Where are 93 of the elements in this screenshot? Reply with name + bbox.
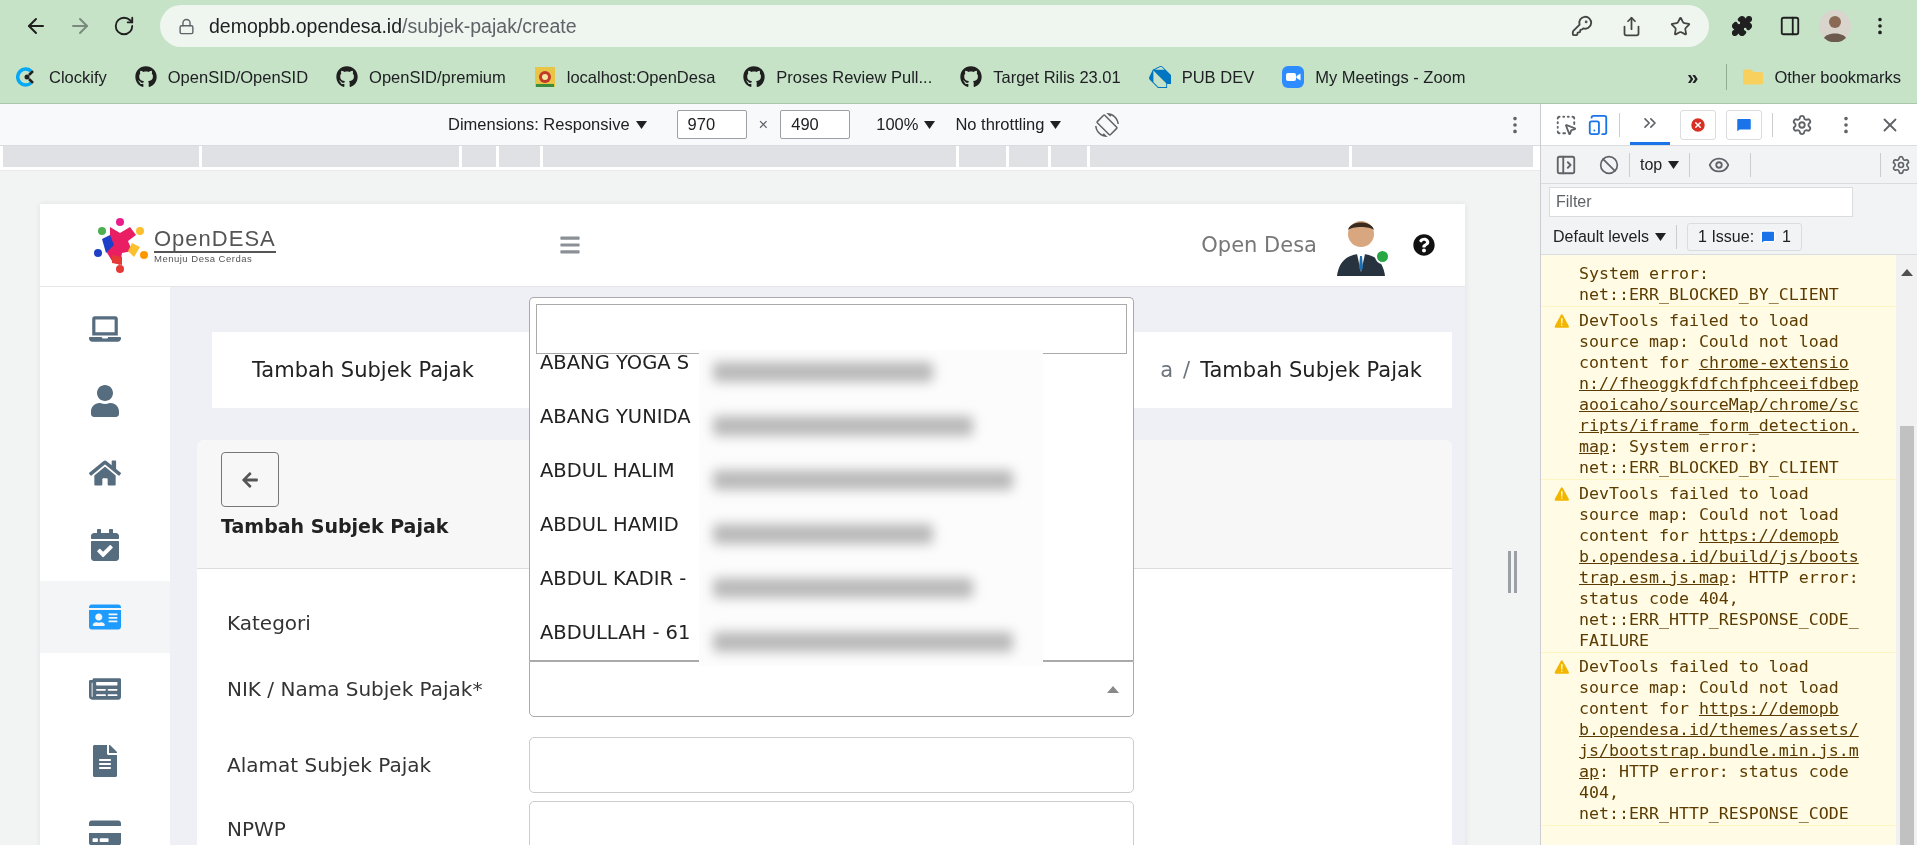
text-field[interactable] [529, 801, 1134, 845]
settings-icon[interactable] [1891, 154, 1911, 175]
calendar-icon [89, 529, 121, 561]
laptop-icon [89, 313, 121, 345]
console-message: System error: net::ERR_BLOCKED_BY_CLIENT [1579, 263, 1840, 305]
online-dot [1375, 249, 1390, 264]
bookmark[interactable]: Clockify [16, 66, 107, 88]
warning-icon [1553, 658, 1571, 676]
caret-down-icon [1668, 160, 1680, 169]
extensions-icon[interactable] [1731, 15, 1753, 37]
user-icon [89, 385, 121, 417]
dropdown-option[interactable]: ABANG YUNIDA [530, 389, 691, 443]
sidebar-item[interactable] [40, 581, 170, 653]
breadcrumb-item: Tambah Subjek Pajak [1200, 358, 1422, 382]
search-field[interactable] [536, 304, 1127, 354]
avatar-icon[interactable] [1819, 10, 1851, 42]
context-select[interactable]: top [1640, 155, 1680, 174]
card-title: Tambah Subjek Pajak [221, 515, 449, 537]
caret-up-icon [1107, 685, 1119, 693]
dart-icon [1148, 66, 1171, 88]
field-label: NPWP [227, 817, 287, 841]
dropdown-option[interactable]: ABDUL HALIM [530, 443, 675, 497]
breadcrumb-item[interactable]: a [1160, 358, 1174, 382]
levels-select[interactable]: Default levels [1553, 228, 1667, 246]
caret-down-icon [635, 120, 647, 129]
github-icon [960, 66, 983, 88]
url-text: demopbb.opendesa.id/subjek-pajak/create [209, 14, 578, 38]
select-field[interactable] [529, 661, 1134, 717]
github-icon [134, 66, 157, 88]
lock-icon [178, 17, 195, 35]
share-icon[interactable] [1621, 15, 1642, 37]
bookmark[interactable]: localhost:OpenDesa [533, 66, 716, 88]
bookmark[interactable]: Target Rilis 23.01 [960, 66, 1121, 88]
error-icon [1689, 115, 1707, 134]
caret-down-icon [1050, 120, 1062, 129]
github-icon [336, 66, 359, 88]
dropdown-option[interactable]: ABDUL KADIR - [530, 551, 687, 605]
key-icon[interactable] [1571, 15, 1593, 37]
logo-tagline: Menuju Desa Cerdas [154, 253, 254, 265]
field-label: Alamat Subjek Pajak [227, 753, 433, 777]
bookmark[interactable]: OpenSID/premium [336, 66, 506, 88]
warning-icon [1553, 312, 1571, 330]
side-panel-icon[interactable] [1779, 15, 1801, 37]
zoom-select[interactable]: 100% [876, 115, 936, 134]
bookmark[interactable]: PUB DEV [1148, 66, 1255, 88]
bookmark[interactable]: Proses Review Pull... [743, 66, 933, 88]
page-title: Tambah Subjek Pajak [252, 358, 474, 382]
issues-button[interactable]: 1 Issue: 1 [1687, 223, 1802, 251]
console-message: DevTools failed to load source map: Could not load content for https://demopbb.opendesa.id/build/js/bootstrap.esm.js.map: HTTP error: status code 404, net::ERR_HTTP_RESPONSE_CODE_FAILURE [1579, 483, 1859, 651]
field-label: NIK / Nama Subjek Pajak* [227, 677, 484, 701]
inspect-icon[interactable] [1555, 113, 1577, 136]
caret-down-icon [1655, 233, 1667, 241]
warning-icon [1553, 485, 1571, 503]
filter-field[interactable]: Filter [1549, 187, 1853, 217]
video-camera-icon [1282, 66, 1305, 88]
width-field[interactable]: 970 [676, 110, 747, 139]
resize-handle-icon[interactable] [1508, 551, 1517, 593]
logo-icon [92, 217, 150, 273]
message-icon [1760, 229, 1777, 245]
dropdown-option[interactable]: ABDULLAH - 61 [530, 605, 691, 659]
breadcrumb-separator: / [1183, 358, 1191, 382]
bookmark-folder[interactable]: Other bookmarks [1743, 67, 1901, 87]
bookmark[interactable]: My Meetings - Zoom [1282, 66, 1466, 88]
logo-name: OpenDESA [154, 225, 276, 254]
messages-button[interactable] [1726, 109, 1762, 140]
back-arrow-icon [241, 470, 259, 489]
github-icon [743, 66, 766, 88]
throttling-select[interactable]: No throttling [955, 115, 1062, 134]
reload-icon [113, 15, 135, 37]
text-field[interactable] [529, 737, 1134, 793]
dropdown-option[interactable]: ABDUL HAMID [530, 497, 679, 551]
bookmark[interactable]: OpenSID/OpenSID [134, 66, 309, 88]
times-sign: × [758, 115, 769, 134]
bookmarks-overflow[interactable]: » [1687, 65, 1699, 89]
bookmark-star-icon[interactable] [1670, 15, 1691, 37]
rotate-icon[interactable] [1095, 112, 1120, 137]
help-icon[interactable] [1413, 234, 1435, 256]
dropdown-option[interactable]: ABANG YOGA S [530, 354, 690, 389]
dimensions-select[interactable]: Dimensions: Responsive [448, 115, 647, 134]
console-message: DevTools failed to load source map: Could not load content for https://demopbb.opendesa.id/themes/assets/js/bootstrap.bundle.min.js.map: HTTP error: status code 404, net::ERR_HTTP_RESPONSE_CODE [1579, 656, 1859, 824]
height-field[interactable]: 490 [780, 110, 851, 139]
folder-icon [1743, 67, 1764, 87]
field-label: Kategori [227, 611, 312, 635]
console-message: DevTools failed to load source map: Could not load content for chrome-extension://fheoggkfdfchfphceeifdbepaooicaho/sourceMap/chrome/scripts/iframe_form_detection.map: System error: net::ERR_BLOCKED_BY_CLIENT [1579, 310, 1859, 478]
caret-down-icon [924, 120, 936, 129]
sidebar-toggle-icon[interactable] [1555, 153, 1577, 176]
emblem-icon [533, 66, 556, 88]
settings-icon[interactable] [1791, 113, 1813, 136]
device-toolbar-icon[interactable] [1587, 113, 1609, 136]
clear-console-icon[interactable] [1599, 154, 1619, 175]
errors-button[interactable] [1680, 109, 1716, 140]
user-name: Open Desa [1201, 233, 1317, 257]
address-bar[interactable]: demopbb.opendesa.id/subjek-pajak/create [160, 5, 1709, 47]
